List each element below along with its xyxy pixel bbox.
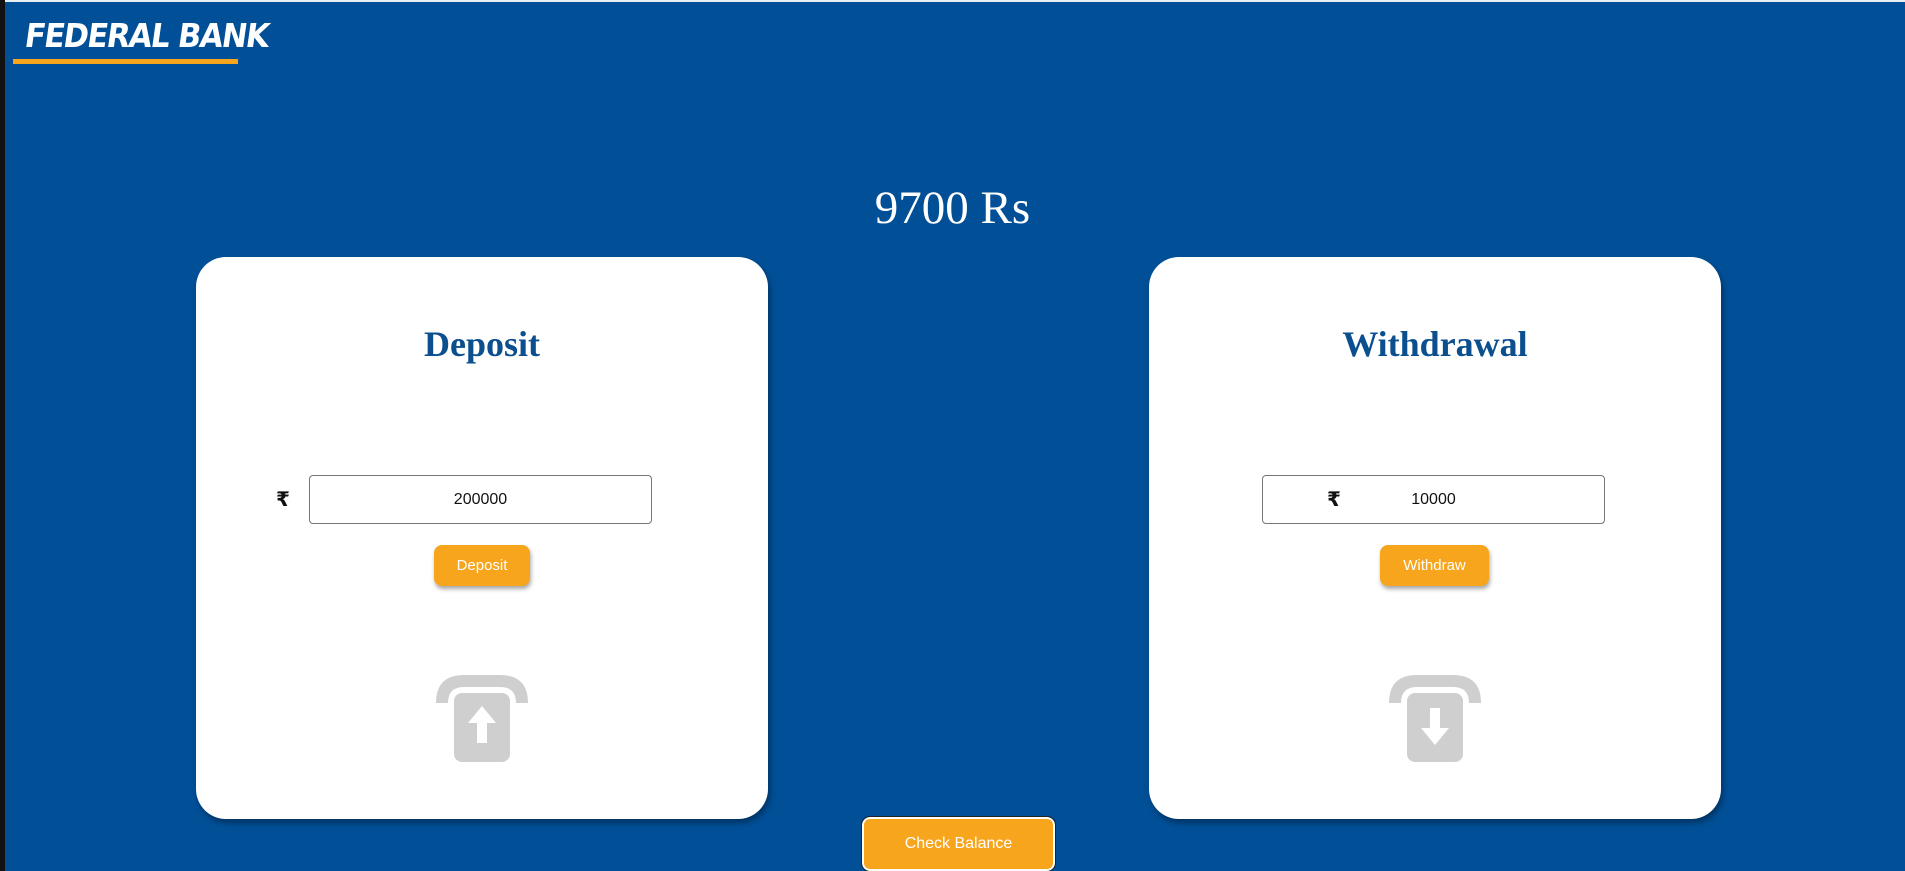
deposit-title: Deposit bbox=[424, 324, 540, 364]
withdrawal-amount-input[interactable] bbox=[1262, 475, 1605, 524]
deposit-rupee-icon: ₹ bbox=[276, 487, 290, 511]
deposit-card: Deposit ₹ Deposit bbox=[196, 257, 768, 819]
atm-deposit-icon bbox=[436, 675, 528, 762]
bank-logo-text: FEDERAL BANK bbox=[22, 16, 272, 55]
bank-logo: FEDERAL BANK bbox=[13, 14, 271, 66]
deposit-button[interactable]: Deposit bbox=[434, 545, 530, 586]
withdraw-button[interactable]: Withdraw bbox=[1380, 545, 1489, 586]
check-balance-button[interactable]: Check Balance bbox=[861, 816, 1056, 871]
deposit-amount-input[interactable] bbox=[309, 475, 652, 524]
withdrawal-card: Withdrawal ₹ Withdraw bbox=[1149, 257, 1721, 819]
withdrawal-title: Withdrawal bbox=[1342, 324, 1528, 364]
withdrawal-rupee-icon: ₹ bbox=[1327, 487, 1341, 511]
balance-display: 9700 Rs bbox=[874, 182, 1031, 234]
window-left-border bbox=[0, 0, 5, 871]
window-top-border bbox=[0, 0, 1905, 2]
bank-logo-underline bbox=[13, 59, 238, 64]
atm-withdraw-icon bbox=[1389, 675, 1481, 762]
